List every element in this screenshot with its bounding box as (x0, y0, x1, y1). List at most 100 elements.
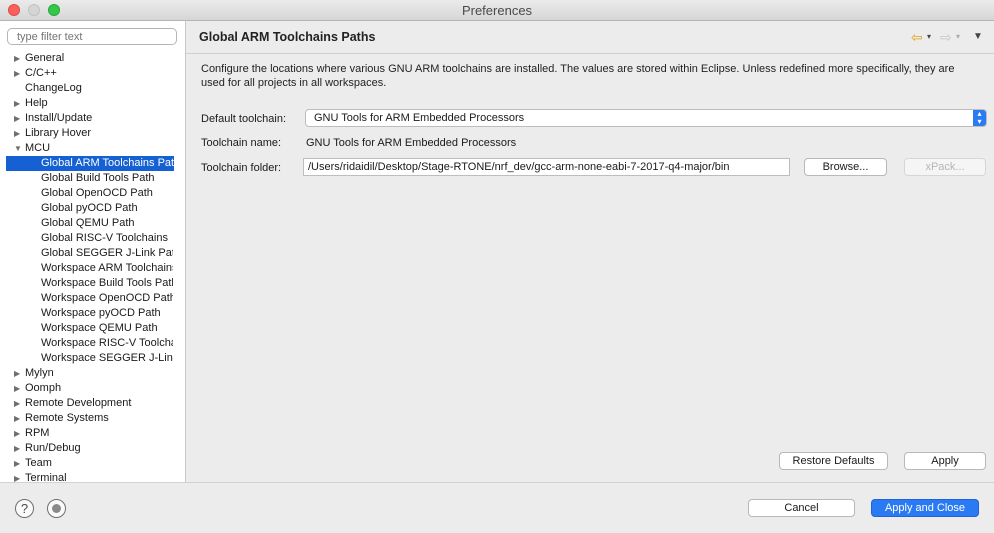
tree-item-label: Help (25, 97, 48, 109)
tree-child-item[interactable]: Workspace QEMU Path (41, 321, 173, 336)
default-toolchain-value: GNU Tools for ARM Embedded Processors (314, 112, 525, 124)
tree-child-item[interactable]: Global SEGGER J-Link Path (41, 246, 173, 261)
tree-child-item[interactable]: Workspace SEGGER J-Link (41, 351, 173, 366)
tree-child-item[interactable]: Workspace Build Tools Path (41, 276, 173, 291)
tree-child-item[interactable]: Global ARM Toolchains Paths (6, 156, 174, 171)
tree-item-label: Workspace ARM Toolchains (41, 262, 173, 274)
tree-item-label: Remote Development (25, 397, 132, 409)
tree-item-label: Team (25, 457, 52, 469)
tree-child-item[interactable]: Global OpenOCD Path (41, 186, 173, 201)
cancel-button[interactable]: Cancel (748, 499, 855, 517)
tree-item[interactable]: ▶ Help (14, 96, 184, 111)
title-bar: Preferences (0, 0, 994, 21)
restore-defaults-button[interactable]: Restore Defaults (779, 452, 888, 470)
tree-item[interactable]: ▶ Remote Development (14, 396, 184, 411)
page-nav-toolbar: ⇦ ▾ ⇨ ▾ ▼ (911, 29, 991, 45)
tree-item-label: Workspace Build Tools Path (41, 277, 173, 289)
tree-item-label: Workspace RISC-V Toolchains (41, 337, 173, 349)
collapsed-twisty-icon[interactable]: ▶ (14, 111, 25, 126)
tree-item[interactable]: ▼ MCU (14, 141, 184, 156)
tree-child-item[interactable]: Workspace ARM Toolchains (41, 261, 173, 276)
tree-item-label: Workspace pyOCD Path (41, 307, 161, 319)
tree-item[interactable]: ▶ Mylyn (14, 366, 184, 381)
tree-item[interactable]: ▶ Terminal (14, 471, 184, 482)
tree-child-item[interactable]: Global QEMU Path (41, 216, 173, 231)
tree-item[interactable]: ▶ Install/Update (14, 111, 184, 126)
filter-input[interactable] (7, 28, 177, 45)
tree-item-label: Global pyOCD Path (41, 202, 138, 214)
xpack-button[interactable]: xPack... (904, 158, 986, 176)
tree-item-label: Global ARM Toolchains Paths (41, 157, 174, 169)
preferences-sidebar: ▶General▶C/C++▶ChangeLog▶Help▶Install/Up… (0, 21, 186, 482)
tree-item-label: Global RISC-V Toolchains (41, 232, 168, 244)
tree-item[interactable]: ▶ Remote Systems (14, 411, 184, 426)
toolchain-name-label: Toolchain name: (201, 137, 282, 149)
tree-item[interactable]: ▶ Oomph (14, 381, 184, 396)
toolchain-name-value: GNU Tools for ARM Embedded Processors (306, 137, 517, 149)
tree-item-label: Global Build Tools Path (41, 172, 155, 184)
help-icon[interactable]: ? (15, 499, 34, 518)
collapsed-twisty-icon[interactable]: ▶ (14, 96, 25, 111)
tree-item-label: Workspace OpenOCD Path (41, 292, 173, 304)
default-toolchain-label: Default toolchain: (201, 113, 286, 125)
tree-item-label: Mylyn (25, 367, 54, 379)
page-description: Configure the locations where various GN… (201, 63, 955, 89)
tree-item-label: Workspace QEMU Path (41, 322, 158, 334)
tree-child-item[interactable]: Global RISC-V Toolchains (41, 231, 173, 246)
tree-item-label: Library Hover (25, 127, 92, 139)
tree-item-label: Workspace SEGGER J-Link (41, 352, 173, 364)
collapsed-twisty-icon[interactable]: ▶ (14, 471, 25, 482)
window-title: Preferences (461, 3, 533, 18)
back-arrow-icon[interactable]: ⇦ (911, 29, 923, 45)
tree-item[interactable]: ▶ChangeLog (14, 81, 184, 96)
collapsed-twisty-icon[interactable]: ▶ (14, 411, 25, 426)
collapsed-twisty-icon[interactable]: ▶ (14, 426, 25, 441)
record-icon[interactable] (47, 499, 66, 518)
collapsed-twisty-icon[interactable]: ▶ (14, 126, 25, 141)
default-toolchain-select[interactable]: GNU Tools for ARM Embedded Processors ▴ ▾ (305, 109, 987, 127)
collapsed-twisty-icon[interactable]: ▶ (14, 456, 25, 471)
tree-item-label: General (25, 52, 65, 64)
tree-item[interactable]: ▶ RPM (14, 426, 184, 441)
tree-item-label: C/C++ (25, 67, 57, 79)
browse-button[interactable]: Browse... (804, 158, 887, 176)
view-menu-icon[interactable]: ▼ (973, 29, 983, 45)
tree-child-item[interactable]: Workspace pyOCD Path (41, 306, 173, 321)
tree-item-label: Run/Debug (25, 442, 81, 454)
collapsed-twisty-icon[interactable]: ▶ (14, 381, 25, 396)
collapsed-twisty-icon[interactable]: ▶ (14, 366, 25, 381)
back-dropdown-icon[interactable]: ▾ (927, 29, 931, 45)
tree-child-item[interactable]: Global Build Tools Path (41, 171, 173, 186)
tree-item[interactable]: ▶ Library Hover (14, 126, 184, 141)
tree-child-item[interactable]: Global pyOCD Path (41, 201, 173, 216)
tree-item[interactable]: ▶ C/C++ (14, 66, 184, 81)
tree-item-label: Global OpenOCD Path (41, 187, 153, 199)
tree-item-label: Remote Systems (25, 412, 109, 424)
tree-item-label: ChangeLog (25, 82, 82, 94)
tree-item[interactable]: ▶ General (14, 51, 184, 66)
tree-item[interactable]: ▶ Run/Debug (14, 441, 184, 456)
preference-page: Global ARM Toolchains Paths ⇦ ▾ ⇨ ▾ ▼ Co… (186, 21, 994, 482)
select-arrows-icon: ▴ ▾ (973, 110, 986, 126)
toolchain-folder-input[interactable]: /Users/ridaidil/Desktop/Stage-RTONE/nrf_… (303, 158, 790, 176)
forward-arrow-icon[interactable]: ⇨ (940, 29, 952, 45)
tree-item-label: Install/Update (25, 112, 93, 124)
page-title: Global ARM Toolchains Paths (199, 30, 376, 44)
collapsed-twisty-icon[interactable]: ▶ (14, 441, 25, 456)
collapsed-twisty-icon[interactable]: ▶ (14, 51, 25, 66)
collapsed-twisty-icon[interactable]: ▶ (14, 396, 25, 411)
tree-item[interactable]: ▶ Team (14, 456, 184, 471)
apply-and-close-button[interactable]: Apply and Close (871, 499, 979, 517)
dialog-footer: ? Cancel Apply and Close (0, 482, 994, 533)
toolchain-folder-label: Toolchain folder: (201, 162, 282, 174)
expanded-twisty-icon[interactable]: ▼ (14, 141, 25, 156)
collapsed-twisty-icon[interactable]: ▶ (14, 66, 25, 81)
tree-child-item[interactable]: Workspace OpenOCD Path (41, 291, 173, 306)
tree-item-label: Terminal (25, 472, 67, 482)
tree-child-item[interactable]: Workspace RISC-V Toolchains (41, 336, 173, 351)
title-separator (186, 53, 994, 54)
forward-dropdown-icon[interactable]: ▾ (956, 29, 960, 45)
tree-item-label: MCU (25, 142, 51, 154)
tree-item-label: RPM (25, 427, 50, 439)
apply-button[interactable]: Apply (904, 452, 986, 470)
